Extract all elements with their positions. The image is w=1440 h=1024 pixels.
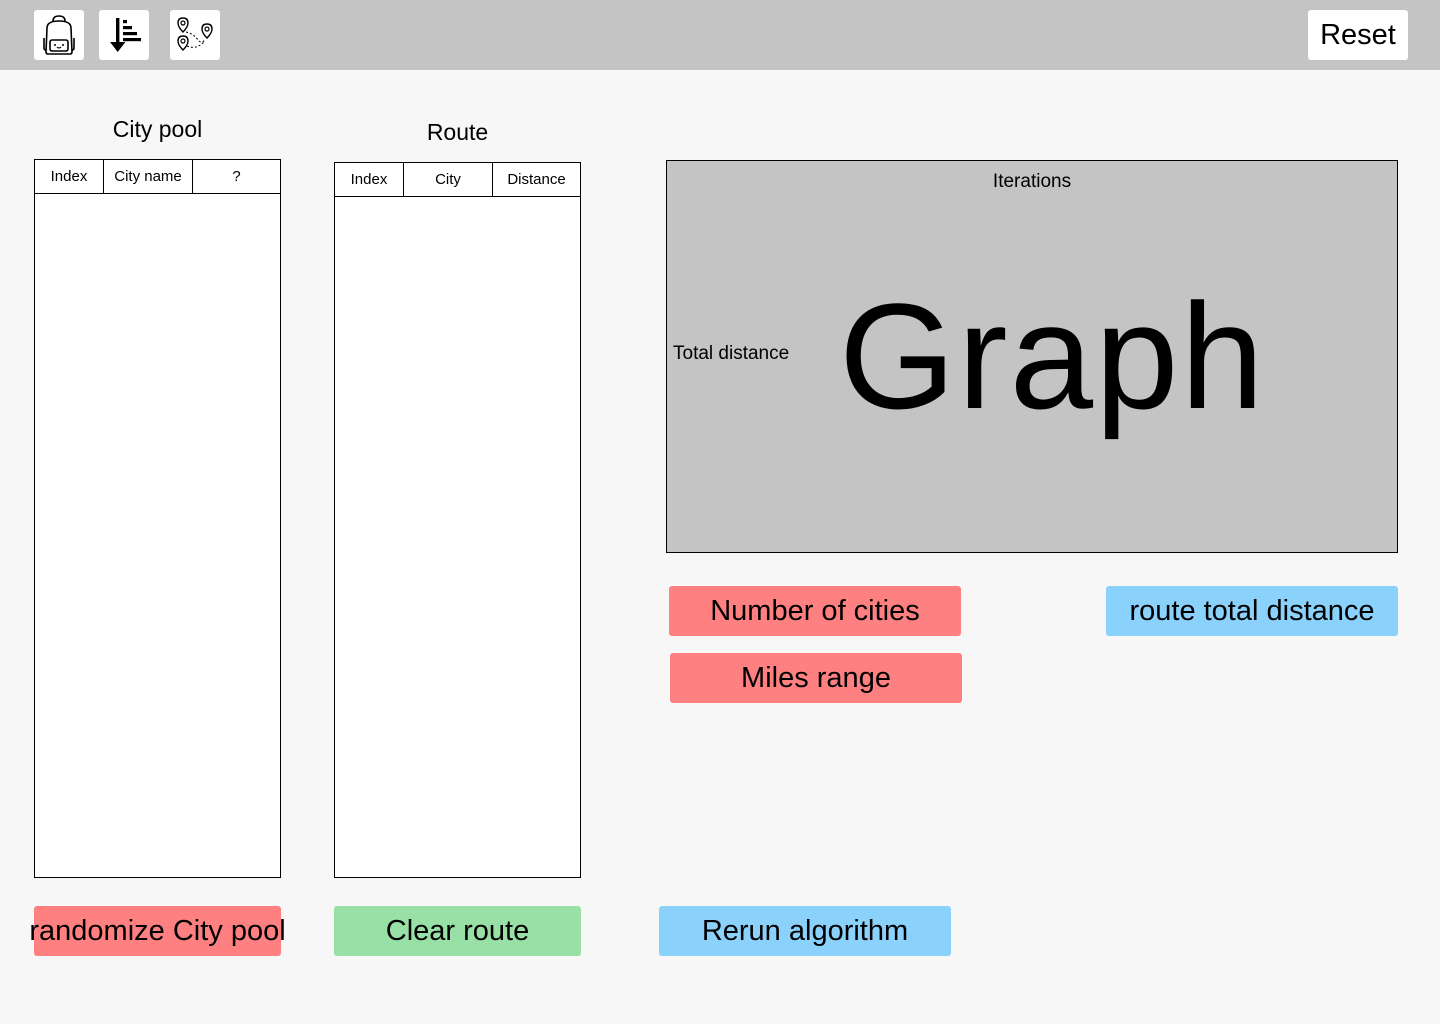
top-toolbar: Reset	[0, 0, 1440, 70]
graph-y-label: Total distance	[673, 343, 790, 364]
number-of-cities-button[interactable]: Number of cities	[669, 586, 961, 636]
graph-panel: Iterations Total distance Graph	[666, 160, 1398, 553]
graph-x-label: Iterations	[992, 171, 1072, 192]
column-header-index[interactable]: Index	[35, 160, 104, 193]
column-header-question[interactable]: ?	[193, 160, 280, 193]
city-pool-header: Index City name ?	[35, 160, 280, 194]
rerun-algorithm-button[interactable]: Rerun algorithm	[659, 906, 951, 956]
randomize-city-pool-button[interactable]: randomize City pool	[29, 906, 286, 956]
route-map-button[interactable]	[170, 10, 220, 60]
city-pool-title: City pool	[112, 116, 203, 142]
backpack-button[interactable]	[34, 10, 84, 60]
column-header-city-name[interactable]: City name	[104, 160, 193, 193]
column-header-city[interactable]: City	[404, 163, 493, 196]
sort-descending-icon	[110, 18, 141, 52]
route-title: Route	[426, 119, 489, 145]
route-map-icon	[177, 17, 213, 51]
column-header-distance[interactable]: Distance	[493, 163, 580, 196]
route-header: Index City Distance	[335, 163, 580, 197]
column-header-index[interactable]: Index	[335, 163, 404, 196]
route-total-distance-display: route total distance	[1106, 586, 1398, 636]
route-table[interactable]: Index City Distance	[334, 162, 581, 878]
miles-range-button[interactable]: Miles range	[670, 653, 962, 703]
graph-placeholder: Graph	[839, 272, 1266, 440]
sort-button[interactable]	[99, 10, 149, 60]
backpack-icon	[43, 15, 75, 55]
city-pool-table[interactable]: Index City name ?	[34, 159, 281, 878]
reset-button[interactable]: Reset	[1308, 10, 1408, 60]
clear-route-button[interactable]: Clear route	[334, 906, 581, 956]
